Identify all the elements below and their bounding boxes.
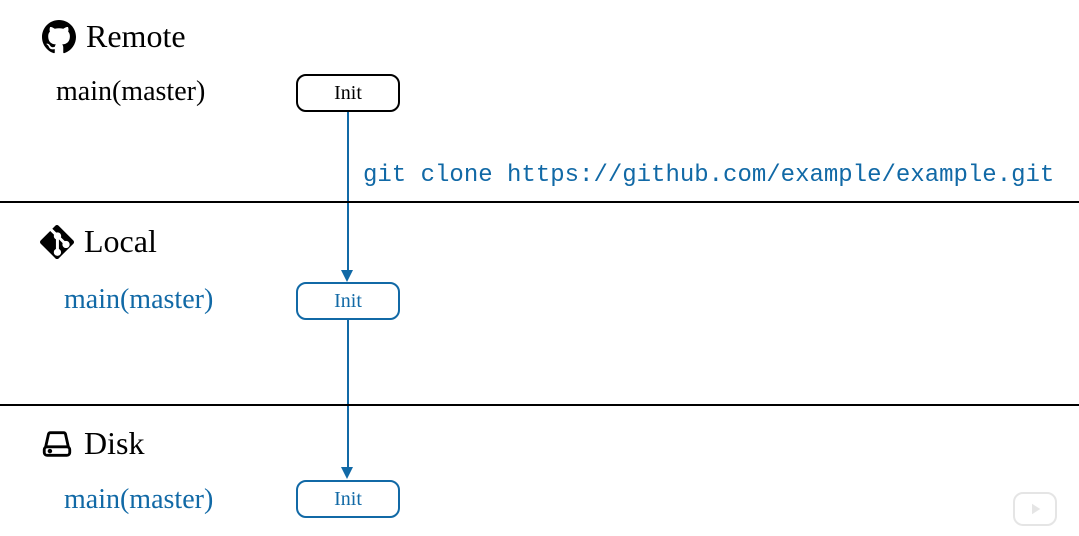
play-icon <box>1013 492 1057 526</box>
section-divider <box>0 201 1079 203</box>
arrow-head-icon <box>341 467 353 479</box>
section-heading-disk: Disk <box>40 425 144 462</box>
git-command: git clone https://github.com/example/exa… <box>363 162 1054 189</box>
arrow-local-to-disk <box>347 320 349 468</box>
branch-label-remote: main(master) <box>56 76 205 108</box>
commit-disk-init: Init <box>296 480 400 518</box>
section-heading-local: Local <box>40 223 157 260</box>
section-title: Disk <box>84 425 144 462</box>
commit-label: Init <box>334 488 362 511</box>
commit-label: Init <box>334 290 362 313</box>
section-title: Remote <box>86 18 186 55</box>
commit-label: Init <box>334 82 362 105</box>
section-divider <box>0 404 1079 406</box>
commit-local-init: Init <box>296 282 400 320</box>
section-title: Local <box>84 223 157 260</box>
github-icon <box>42 20 76 54</box>
commit-remote-init: Init <box>296 74 400 112</box>
disk-icon <box>40 427 74 461</box>
section-heading-remote: Remote <box>42 18 186 55</box>
branch-label-disk: main(master) <box>64 484 213 516</box>
arrow-remote-to-local <box>347 112 349 271</box>
git-icon <box>40 225 74 259</box>
arrow-head-icon <box>341 270 353 282</box>
branch-label-local: main(master) <box>64 284 213 316</box>
